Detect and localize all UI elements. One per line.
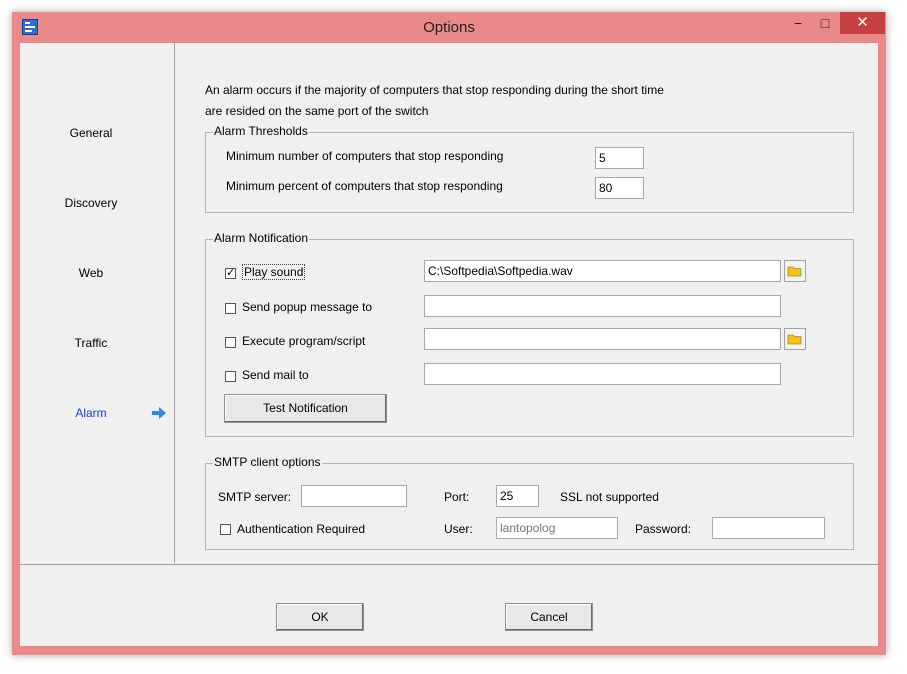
user-input[interactable]: lantopolog <box>496 517 618 539</box>
title-bar[interactable]: Options − □ ✕ <box>12 12 886 42</box>
smtp-options-legend: SMTP client options <box>213 455 322 469</box>
execute-program-label[interactable]: Execute program/script <box>242 334 365 348</box>
smtp-server-label: SMTP server: <box>218 490 292 504</box>
cancel-button[interactable]: Cancel <box>505 603 593 631</box>
folder-icon <box>785 266 805 284</box>
password-label: Password: <box>635 522 692 536</box>
sidebar-item-discovery[interactable]: Discovery <box>20 196 162 210</box>
min-percent-label: Minimum percent of computers that stop r… <box>226 179 503 193</box>
popup-message-checkbox[interactable] <box>225 303 236 314</box>
popup-message-input[interactable] <box>424 295 781 317</box>
smtp-options-group: SMTP client options SMTP server: Port: 2… <box>205 455 854 550</box>
min-percent-input[interactable]: 80 <box>595 177 644 199</box>
alarm-notification-group: Alarm Notification ✓ Play sound C:\Softp… <box>205 231 854 437</box>
password-input[interactable] <box>712 517 825 539</box>
play-sound-label[interactable]: Play sound <box>242 264 306 280</box>
send-mail-checkbox[interactable] <box>225 371 236 382</box>
close-button[interactable]: ✕ <box>840 12 885 34</box>
dialog-client-area: General Discovery Web Traffic Alarm An a… <box>20 43 878 646</box>
intro-text: An alarm occurs if the majority of compu… <box>205 80 664 122</box>
sound-file-input[interactable]: C:\Softpedia\Softpedia.wav <box>424 260 781 282</box>
options-window: Options − □ ✕ General Discovery Web Traf… <box>12 12 886 655</box>
min-count-label: Minimum number of computers that stop re… <box>226 149 504 163</box>
browse-program-button[interactable] <box>784 328 806 350</box>
port-label: Port: <box>444 490 470 504</box>
sidebar-item-general[interactable]: General <box>20 126 162 140</box>
footer-divider <box>20 564 878 565</box>
minimize-button[interactable]: − <box>785 12 811 34</box>
send-mail-input[interactable] <box>424 363 781 385</box>
ok-button[interactable]: OK <box>276 603 364 631</box>
user-label: User: <box>444 522 473 536</box>
smtp-server-input[interactable] <box>301 485 407 507</box>
ssl-status-text: SSL not supported <box>560 490 659 504</box>
send-mail-label[interactable]: Send mail to <box>242 368 309 382</box>
options-sidebar: General Discovery Web Traffic Alarm <box>20 43 175 563</box>
folder-icon <box>785 334 805 352</box>
sidebar-item-traffic[interactable]: Traffic <box>20 336 162 350</box>
window-title: Options <box>423 19 475 36</box>
arrow-right-icon <box>152 407 166 419</box>
alarm-settings-panel: An alarm occurs if the majority of compu… <box>175 43 878 563</box>
maximize-button[interactable]: □ <box>812 12 838 34</box>
sidebar-item-web[interactable]: Web <box>20 266 162 280</box>
auth-required-checkbox[interactable] <box>220 524 231 535</box>
alarm-thresholds-group: Alarm Thresholds Minimum number of compu… <box>205 124 854 213</box>
test-notification-button[interactable]: Test Notification <box>224 394 387 423</box>
alarm-notification-legend: Alarm Notification <box>213 231 310 245</box>
play-sound-checkbox[interactable]: ✓ <box>225 268 236 279</box>
auth-required-label[interactable]: Authentication Required <box>237 522 365 536</box>
sidebar-item-alarm[interactable]: Alarm <box>20 406 162 420</box>
browse-sound-button[interactable] <box>784 260 806 282</box>
min-count-input[interactable]: 5 <box>595 147 644 169</box>
intro-line-1: An alarm occurs if the majority of compu… <box>205 83 664 97</box>
port-input[interactable]: 25 <box>496 485 539 507</box>
intro-line-2: are resided on the same port of the swit… <box>205 104 429 118</box>
popup-message-label[interactable]: Send popup message to <box>242 300 372 314</box>
alarm-thresholds-legend: Alarm Thresholds <box>213 124 309 138</box>
play-sound-label-text: Play sound <box>242 264 306 280</box>
execute-program-checkbox[interactable] <box>225 337 236 348</box>
execute-program-input[interactable] <box>424 328 781 350</box>
